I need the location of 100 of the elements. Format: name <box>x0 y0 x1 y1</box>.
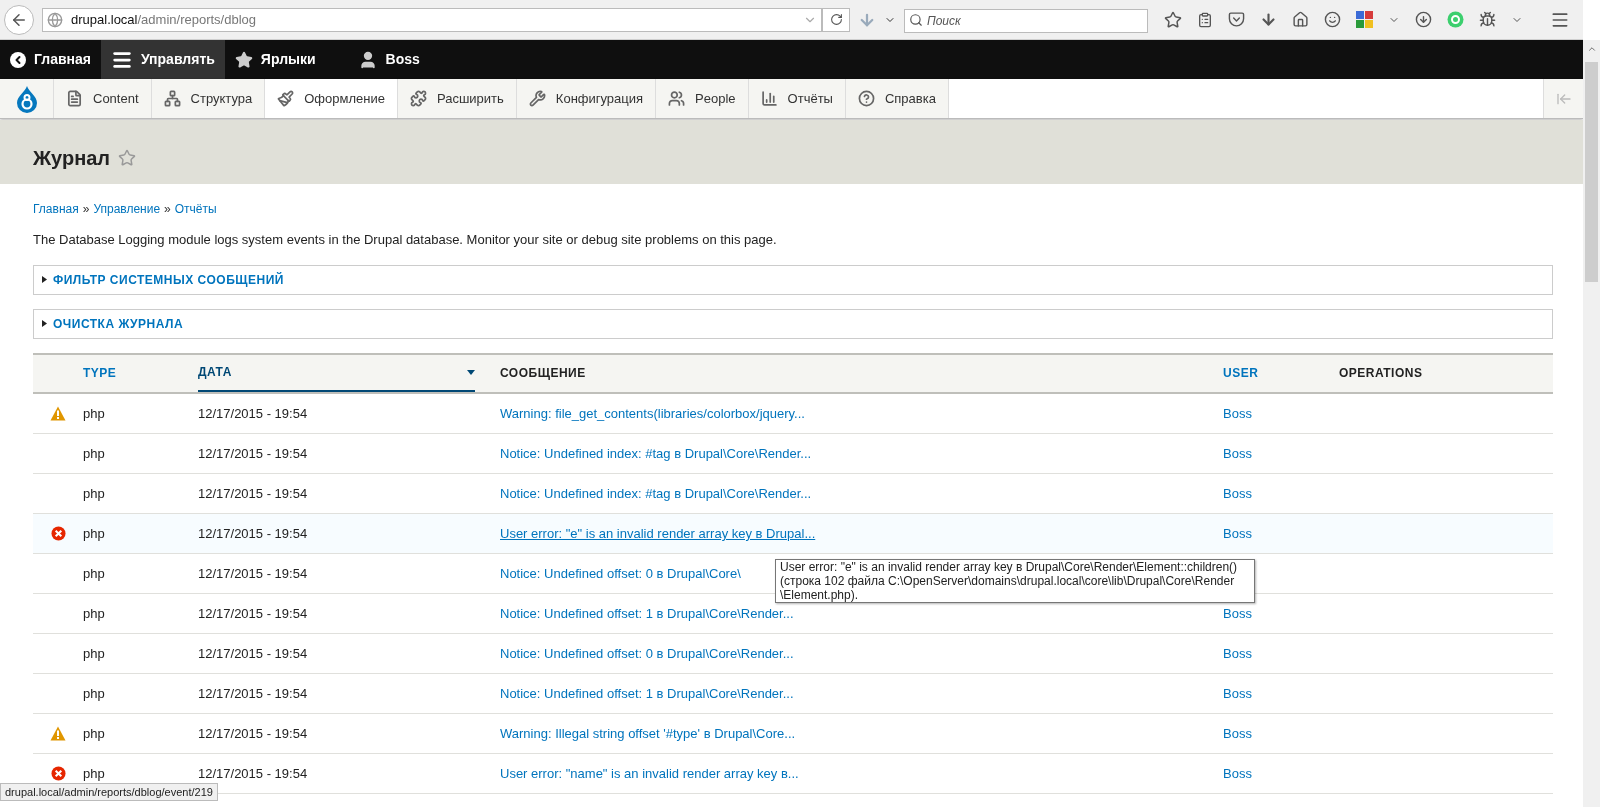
shortcut-star-icon[interactable] <box>118 149 137 167</box>
date-cell: 12/17/2015 - 19:54 <box>198 526 308 541</box>
type-cell: php <box>83 766 105 781</box>
chat-icon[interactable] <box>1324 11 1341 28</box>
date-cell: 12/17/2015 - 19:54 <box>198 726 308 741</box>
date-cell: 12/17/2015 - 19:54 <box>198 406 308 421</box>
bug-icon[interactable] <box>1479 11 1496 28</box>
column-header[interactable]: USER <box>1223 354 1259 392</box>
date-cell: 12/17/2015 - 19:54 <box>198 446 308 461</box>
tray-menu-item[interactable]: Конфигурация <box>516 79 657 118</box>
column-header[interactable]: ДАТА <box>198 354 475 392</box>
type-cell: php <box>83 566 105 581</box>
download-circle-icon[interactable] <box>1415 11 1432 28</box>
document-icon <box>66 90 83 107</box>
breadcrumb-link[interactable]: Управление <box>93 200 161 218</box>
message-link[interactable]: User error: "e" is an invalid render array key в Drupal... <box>500 526 816 541</box>
toolbar-tab[interactable]: Управлять <box>100 40 225 79</box>
message-link[interactable]: Notice: Undefined index: #tag в Drupal\Core\Render... <box>500 446 812 461</box>
search-field[interactable]: Поиск <box>904 8 1148 33</box>
download-icon[interactable] <box>1260 11 1277 28</box>
date-cell: 12/17/2015 - 19:54 <box>198 686 308 701</box>
date-cell: 12/17/2015 - 19:54 <box>198 646 308 661</box>
collapsible-section[interactable]: ФИЛЬТР СИСТЕМНЫХ СООБЩЕНИЙ <box>33 264 1553 295</box>
type-cell: php <box>83 446 105 461</box>
scroll-up-icon[interactable] <box>1586 44 1597 54</box>
pocket-icon[interactable] <box>1228 11 1245 28</box>
message-link[interactable]: Warning: file_get_contents(libraries/colorbox/jquery... <box>500 406 805 421</box>
hierarchy-icon <box>163 90 181 107</box>
drupal-logo[interactable] <box>0 79 54 118</box>
type-cell: php <box>83 646 105 661</box>
breadcrumb-link[interactable]: Отчёты <box>174 200 217 218</box>
back-button[interactable] <box>4 4 34 35</box>
reload-icon <box>829 13 843 26</box>
user-link[interactable]: Boss <box>1223 726 1252 741</box>
clipboard-icon[interactable] <box>1197 11 1213 28</box>
message-link[interactable]: User error: "name" is an invalid render array key в... <box>500 766 799 781</box>
date-cell: 12/17/2015 - 19:54 <box>198 486 308 501</box>
tray-menu-item[interactable]: Расширить <box>397 79 517 118</box>
user-link[interactable]: Boss <box>1223 606 1252 621</box>
brush-icon <box>277 90 295 107</box>
user-link[interactable]: Boss <box>1223 486 1252 501</box>
column-header[interactable]: TYPE <box>83 354 117 392</box>
type-cell: php <box>83 686 105 701</box>
scrollbar[interactable] <box>1583 40 1600 807</box>
type-cell: php <box>83 486 105 501</box>
column-header: OPERATIONS <box>1339 365 1423 382</box>
toolbar-tab[interactable]: Главная <box>0 40 101 79</box>
reload-button[interactable] <box>822 7 850 32</box>
tray-menu-item[interactable]: People <box>656 79 749 118</box>
toolbar-tab[interactable]: Ярлыки <box>224 40 326 79</box>
sort-arrow-icon <box>467 369 475 375</box>
search-icon <box>909 12 923 27</box>
tray-menu-item[interactable]: Отчёты <box>748 79 846 118</box>
date-cell: 12/17/2015 - 19:54 <box>198 606 308 621</box>
section-title: ФИЛЬТР СИСТЕМНЫХ СООБЩЕНИЙ <box>53 271 284 289</box>
page-description: The Database Logging module logs system events in the Drupal database. Monitor your site or debug site problems on this page. <box>33 231 778 249</box>
toolbar-tab[interactable]: Boss <box>347 40 430 79</box>
message-link[interactable]: Notice: Undefined offset: 1 в Drupal\Core\Render... <box>500 606 794 621</box>
log-row[interactable]: php 12/17/2015 - 19:54 User error: "e" is an invalid render array key в Drupal... Boss <box>33 513 1553 554</box>
date-cell: 12/17/2015 - 19:54 <box>198 566 308 581</box>
tooltip: User error: "e" is an invalid render array key в Drupal\Core\Render\Element::children() (строка 102 файла C:\OpenServer\domains\drupal.local\core\lib\Drupal\Core\Render \Element.php). <box>775 559 1255 603</box>
user-link[interactable]: Boss <box>1223 766 1252 781</box>
type-cell: php <box>83 406 105 421</box>
message-link[interactable]: Notice: Undefined offset: 0 в Drupal\Core\Render... <box>500 646 794 661</box>
section-title: ОЧИСТКА ЖУРНАЛА <box>53 315 184 333</box>
help-icon <box>857 90 875 107</box>
user-link[interactable]: Boss <box>1223 686 1252 701</box>
breadcrumb-separator: » <box>164 201 171 218</box>
date-cell: 12/17/2015 - 19:54 <box>198 766 308 781</box>
disclosure-triangle-icon <box>42 276 47 283</box>
bookmark-star-icon[interactable] <box>1164 10 1182 29</box>
star-icon <box>234 50 253 69</box>
status-bar: drupal.local/admin/reports/dblog/event/219 <box>0 783 218 801</box>
extension-icon[interactable] <box>1356 11 1373 28</box>
message-link[interactable]: Notice: Undefined index: #tag в Drupal\Core\Render... <box>500 486 812 501</box>
disclosure-triangle-icon <box>42 320 47 327</box>
page-title: Журнал <box>33 146 111 171</box>
breadcrumb-link[interactable]: Главная <box>33 200 79 218</box>
puzzle-icon <box>409 90 427 107</box>
message-link[interactable]: Notice: Undefined offset: 0 в Drupal\Core\ <box>500 566 741 581</box>
message-link[interactable]: Notice: Undefined offset: 1 в Drupal\Core\Render... <box>500 686 794 701</box>
user-link[interactable]: Boss <box>1223 646 1252 661</box>
globe-icon <box>47 11 63 28</box>
home-icon[interactable] <box>1292 11 1309 28</box>
user-link[interactable]: Boss <box>1223 406 1252 421</box>
user-link[interactable]: Boss <box>1223 446 1252 461</box>
people-icon <box>668 90 686 107</box>
scrollbar-thumb[interactable] <box>1585 62 1598 282</box>
column-header: СООБЩЕНИЕ <box>500 365 586 382</box>
type-cell: php <box>83 726 105 741</box>
tray-menu-item[interactable]: Оформление <box>265 79 398 118</box>
tray-menu-item[interactable]: Content <box>54 79 152 118</box>
tray-menu-item[interactable]: Структура <box>151 79 266 118</box>
wrench-icon <box>528 90 546 107</box>
tray-menu-item[interactable]: Справка <box>845 79 949 118</box>
address-field[interactable]: drupal.local/admin/reports/dblog <box>42 7 822 32</box>
collapsible-section[interactable]: ОЧИСТКА ЖУРНАЛА <box>33 308 1553 339</box>
bar-chart-icon <box>760 90 778 107</box>
message-link[interactable]: Warning: Illegal string offset '#type' в Drupal\Core... <box>500 726 796 741</box>
user-link[interactable]: Boss <box>1223 526 1252 541</box>
